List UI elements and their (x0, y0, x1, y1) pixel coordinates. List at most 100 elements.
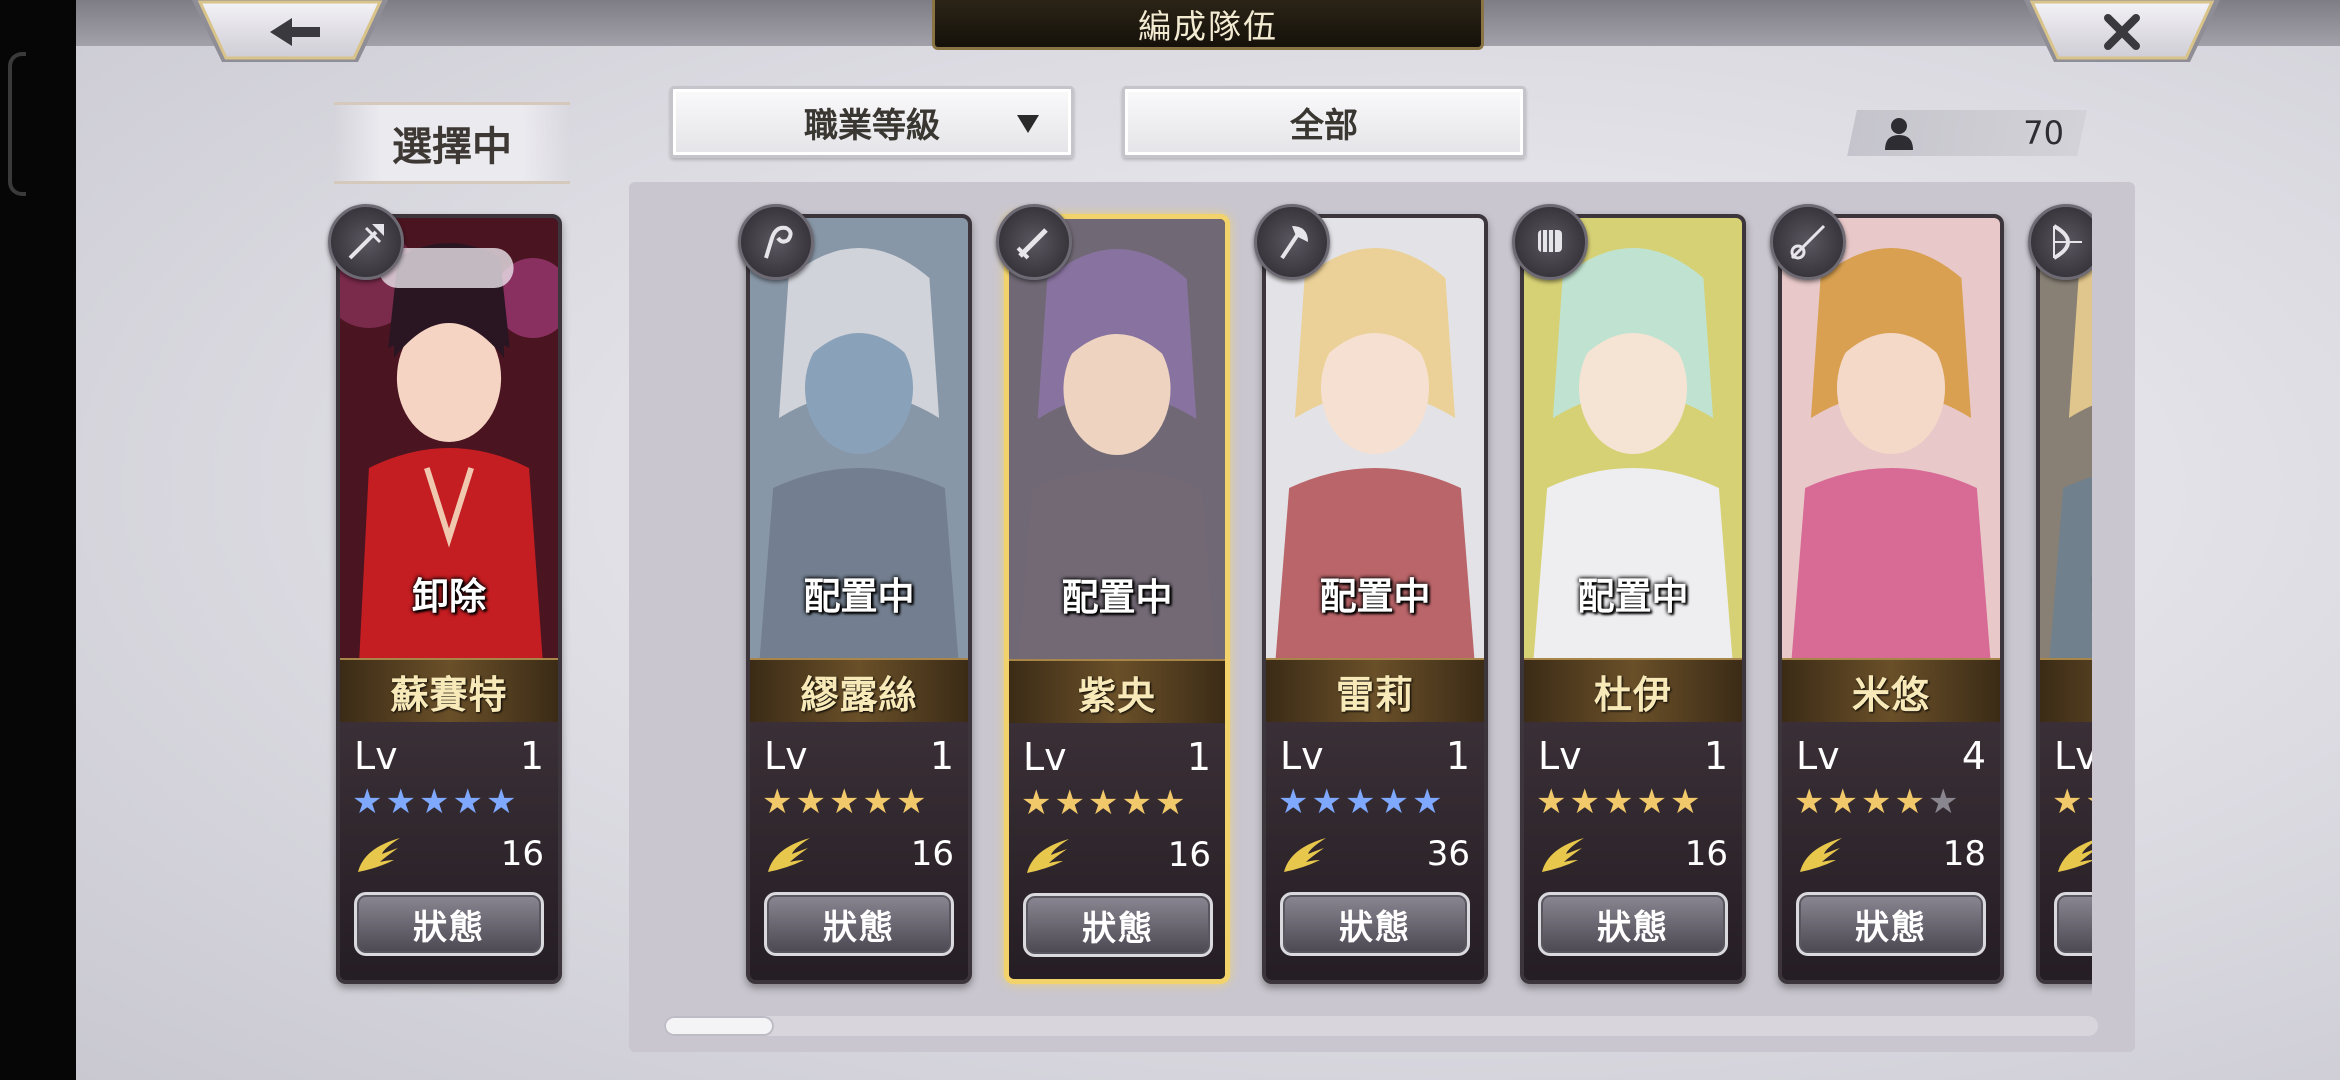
rarity-stars: ★★★ (2052, 782, 2092, 822)
roster-scrollbar[interactable] (664, 1016, 2098, 1036)
rarity-stars: ★★★★★ (1278, 782, 1445, 822)
level-value: 1 (929, 734, 954, 778)
filter-all-label: 全部 (1290, 105, 1358, 146)
status-button[interactable]: 狀態 (1538, 892, 1728, 956)
level-value: 1 (519, 734, 544, 778)
cost-wing-icon (2058, 840, 2092, 872)
star-icon: ★ (1087, 783, 1122, 823)
star-icon: ★ (1278, 782, 1312, 822)
cost-wing-icon (1800, 838, 1842, 872)
unit-name: 繆露絲 (750, 658, 968, 724)
unit-status: 配置中 (1577, 574, 1689, 618)
star-icon: ★ (1669, 782, 1704, 822)
sort-dropdown[interactable]: 職業等級 (670, 86, 1074, 158)
status-button[interactable]: 狀態 (764, 892, 954, 956)
unit-card[interactable]: 配置中 紫央 Lv 1 ★★★★★ 16 狀態 (1004, 214, 1230, 984)
cost-value: 16 (910, 834, 954, 874)
unit-card[interactable]: 配置中西雅 Lv★★★ 狀態 (2036, 214, 2092, 984)
star-icon: ★ (1794, 782, 1828, 822)
unit-name: 杜伊 (1524, 658, 1742, 724)
level-label: Lv (1023, 735, 1067, 779)
close-button[interactable] (2024, 0, 2220, 64)
star-icon: ★ (1378, 782, 1412, 822)
star-icon: ★ (1021, 783, 1055, 823)
star-icon: ★ (895, 782, 930, 822)
rarity-stars: ★★★★★ (352, 782, 519, 822)
level-value: 1 (1186, 735, 1211, 779)
status-button[interactable]: 狀態 (1796, 892, 1986, 956)
star-icon: ★ (352, 782, 386, 822)
cost-value: 16 (500, 834, 544, 874)
cost-value: 16 (1167, 835, 1211, 875)
cost-wing-icon (1284, 838, 1326, 872)
star-icon: ★ (1121, 783, 1155, 823)
unit-portrait (1782, 218, 2000, 658)
star-icon: ★ (1411, 782, 1446, 822)
cost-value: 36 (1426, 834, 1470, 874)
level-value: 1 (1703, 734, 1728, 778)
star-icon: ★ (1344, 782, 1379, 822)
chevron-down-icon (1017, 115, 1039, 133)
sword-icon (996, 204, 1072, 280)
close-icon (2024, 0, 2220, 62)
unit-name: 西雅 (2040, 658, 2092, 724)
device-edge-bracket (8, 52, 26, 196)
unit-roster[interactable]: 配置中 繆露絲 Lv 1 ★★★★★ 16 狀態 配置中 紫央 Lv 1 ★★★★★ 16 狀態 配置中 雷莉… (660, 150, 2092, 1010)
unit-name: 蘇賽特 (340, 658, 558, 724)
star-icon: ★ (1927, 782, 1962, 822)
level-label: Lv (1280, 734, 1324, 778)
page-title: 編成隊伍 (932, 0, 1484, 50)
rarity-stars: ★★★★★ (1794, 782, 1961, 822)
level-value: 4 (1961, 734, 1986, 778)
star-icon: ★ (1860, 782, 1895, 822)
cost-value: 18 (1942, 834, 1986, 874)
star-icon: ★ (1054, 783, 1088, 823)
spear-icon (328, 204, 404, 280)
level-label: Lv (354, 734, 398, 778)
star-icon: ★ (1602, 782, 1637, 822)
level-label: Lv (2054, 734, 2092, 778)
cost-value: 16 (1684, 834, 1728, 874)
star-icon: ★ (1636, 782, 1670, 822)
rarity-stars: ★★★★★ (1536, 782, 1703, 822)
rarity-stars: ★★★★★ (1021, 783, 1188, 823)
unit-card[interactable]: 配置中 繆露絲 Lv 1 ★★★★★ 16 狀態 (746, 214, 972, 984)
status-button[interactable]: 狀態 (1280, 892, 1470, 956)
star-icon: ★ (1536, 782, 1570, 822)
level-label: Lv (1538, 734, 1582, 778)
axe-icon (1254, 204, 1330, 280)
selected-unit-card[interactable]: 卸除 蘇賽特 Lv 1 ★★★★★ 16 狀態 (336, 214, 562, 984)
scroll-thumb[interactable] (664, 1016, 774, 1036)
star-icon: ★ (1827, 782, 1861, 822)
unit-card[interactable]: 配置中杜伊 Lv 1 ★★★★★ 16 狀態 (1520, 214, 1746, 984)
level-value: 1 (1445, 734, 1470, 778)
filter-all-button[interactable]: 全部 (1122, 86, 1526, 158)
unit-card[interactable]: 米悠 Lv 4 ★★★★★ 18 狀態 (1778, 214, 2004, 984)
level-label: Lv (764, 734, 808, 778)
sort-dropdown-label: 職業等級 (804, 105, 940, 146)
star-icon: ★ (452, 782, 486, 822)
star-icon: ★ (1311, 782, 1345, 822)
back-button[interactable] (192, 0, 388, 64)
cost-wing-icon (768, 838, 810, 872)
status-button[interactable]: 狀態 (1023, 893, 1213, 957)
status-button[interactable]: 狀態 (354, 892, 544, 956)
status-button[interactable]: 狀態 (2054, 892, 2092, 956)
unit-name: 雷莉 (1266, 658, 1484, 724)
unit-card[interactable]: 配置中 雷莉 Lv 1 ★★★★★ 36 狀態 (1262, 214, 1488, 984)
selected-label: 選擇中 (334, 102, 570, 184)
unit-name: 紫央 (1009, 659, 1225, 725)
whip-icon (738, 204, 814, 280)
star-icon: ★ (2052, 782, 2086, 822)
star-icon: ★ (862, 782, 896, 822)
level-label: Lv (1796, 734, 1840, 778)
unit-status: 配置中 (803, 574, 915, 618)
star-icon: ★ (485, 782, 520, 822)
rapier-icon (1770, 204, 1846, 280)
person-icon (1885, 118, 1913, 150)
star-icon: ★ (2085, 782, 2092, 822)
cost-wing-icon (358, 838, 400, 872)
unit-status: 卸除 (412, 574, 486, 618)
star-icon: ★ (385, 782, 419, 822)
cost-wing-icon (1027, 839, 1069, 873)
